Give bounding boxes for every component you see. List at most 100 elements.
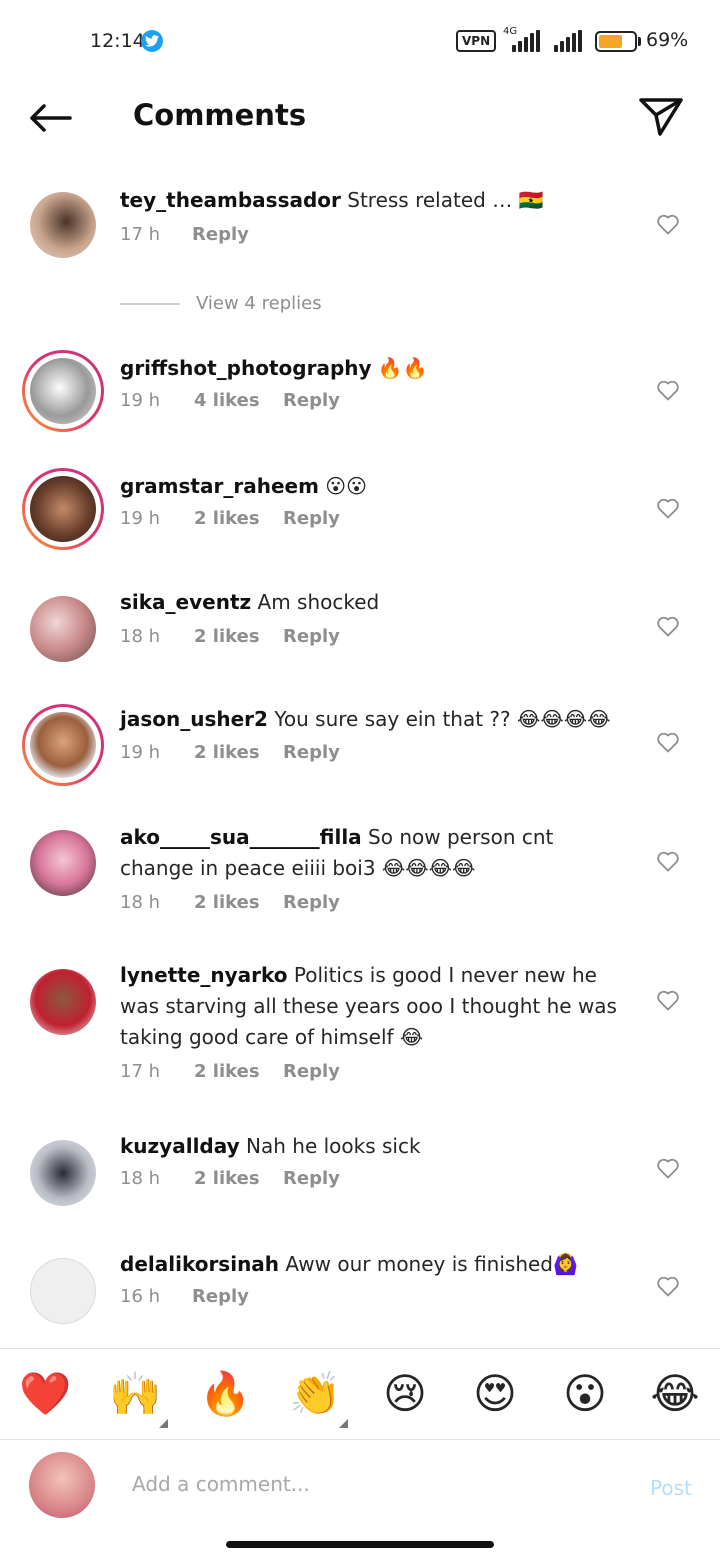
twitter-icon [141, 30, 163, 52]
signal-icon [554, 30, 582, 52]
avatar[interactable] [30, 1140, 96, 1206]
comment-text: lynette_nyarko Politics is good I never … [120, 960, 630, 1053]
reply-button[interactable]: Reply [283, 626, 340, 647]
comment-likes[interactable]: 2 likes [194, 892, 283, 913]
battery-icon [595, 31, 637, 52]
status-time: 12:14 [90, 30, 145, 52]
view-replies-button[interactable]: View 4 replies [120, 293, 322, 314]
comment-time: 19 h [120, 742, 161, 763]
comment-likes[interactable]: 2 likes [194, 742, 283, 763]
emoji-heart[interactable]: ❤️ [19, 1369, 71, 1419]
heart-icon[interactable] [656, 1157, 680, 1179]
status-bar: 12:14 VPN 4G 69% [0, 0, 720, 80]
heart-icon[interactable] [656, 379, 680, 401]
avatar[interactable] [30, 596, 96, 662]
comment-username[interactable]: ako_____sua_______filla [120, 825, 362, 849]
my-avatar [29, 1452, 95, 1518]
comment-likes[interactable]: 4 likes [194, 390, 283, 411]
comment-text: jason_usher2 You sure say ein that ?? 😂😂… [120, 704, 630, 735]
comment-username[interactable]: delalikorsinah [120, 1252, 279, 1276]
back-button[interactable] [28, 98, 76, 138]
battery-percent: 69% [646, 29, 689, 51]
heart-icon[interactable] [656, 731, 680, 753]
reply-button[interactable]: Reply [283, 1168, 340, 1189]
emoji-laughing[interactable]: 😂 [649, 1369, 701, 1419]
heart-icon[interactable] [656, 615, 680, 637]
comment-message: You sure say ein that ?? 😂😂😂😂 [274, 707, 611, 731]
skin-tone-indicator [339, 1419, 348, 1428]
emoji-fire[interactable]: 🔥 [199, 1369, 251, 1419]
home-indicator[interactable] [226, 1541, 494, 1548]
heart-icon[interactable] [656, 850, 680, 872]
comment-time: 18 h [120, 626, 161, 647]
emoji-surprised[interactable]: 😮 [559, 1369, 611, 1419]
emoji-bar: ❤️ 🙌 🔥 👏 😢 😍 😮 😂 [0, 1348, 720, 1440]
view-replies-label: View 4 replies [196, 293, 322, 314]
comment-likes[interactable]: 2 likes [194, 1061, 283, 1082]
avatar[interactable] [22, 704, 104, 786]
comment-likes[interactable]: 2 likes [194, 626, 283, 647]
reply-button[interactable]: Reply [283, 742, 340, 763]
reply-button[interactable]: Reply [283, 508, 340, 529]
arrow-left-icon [30, 104, 72, 132]
reply-button[interactable]: Reply [283, 892, 340, 913]
comment-time: 17 h [120, 224, 161, 245]
comment-message: Am shocked [257, 590, 380, 614]
comment-username[interactable]: jason_usher2 [120, 707, 268, 731]
comment-text: ako_____sua_______filla So now person cn… [120, 822, 630, 884]
emoji-crying[interactable]: 😢 [379, 1369, 431, 1419]
comment-time: 18 h [120, 892, 161, 913]
reply-button[interactable]: Reply [283, 390, 340, 411]
comment-username[interactable]: gramstar_raheem [120, 474, 319, 498]
emoji-heart-eyes[interactable]: 😍 [469, 1369, 521, 1419]
emoji-raised-hands[interactable]: 🙌 [109, 1369, 161, 1419]
comment-likes[interactable]: 2 likes [194, 1168, 283, 1189]
comment-message: 🔥🔥 [377, 356, 428, 380]
avatar[interactable] [30, 192, 96, 258]
header: Comments [0, 80, 720, 160]
comment-time: 17 h [120, 1061, 161, 1082]
comment-username[interactable]: sika_eventz [120, 590, 251, 614]
avatar[interactable] [30, 969, 96, 1035]
avatar[interactable] [30, 1258, 96, 1324]
comment-text: tey_theambassador Stress related … 🇬🇭 [120, 185, 630, 216]
comment-message: 😮😮 [325, 474, 367, 498]
comment-input[interactable] [132, 1466, 612, 1502]
heart-icon[interactable] [656, 989, 680, 1011]
comment-username[interactable]: kuzyallday [120, 1134, 240, 1158]
heart-icon[interactable] [656, 1275, 680, 1297]
comment-likes[interactable]: 2 likes [194, 508, 283, 529]
comment-text: kuzyallday Nah he looks sick [120, 1131, 630, 1162]
skin-tone-indicator [159, 1419, 168, 1428]
comment-text: griffshot_photography 🔥🔥 [120, 353, 630, 384]
battery-tip [638, 37, 641, 46]
comment-username[interactable]: tey_theambassador [120, 188, 341, 212]
comment-message: Nah he looks sick [246, 1134, 421, 1158]
comment-username[interactable]: lynette_nyarko [120, 963, 288, 987]
reply-button[interactable]: Reply [283, 1061, 340, 1082]
share-button[interactable] [638, 96, 684, 140]
avatar[interactable] [22, 350, 104, 432]
comment-username[interactable]: griffshot_photography [120, 356, 372, 380]
post-button[interactable]: Post [650, 1476, 692, 1500]
reply-button[interactable]: Reply [192, 1286, 249, 1307]
reply-button[interactable]: Reply [192, 224, 249, 245]
vpn-badge: VPN [456, 30, 497, 52]
comment-time: 18 h [120, 1168, 161, 1189]
avatar[interactable] [22, 468, 104, 550]
comment-time: 19 h [120, 390, 161, 411]
comment-time: 16 h [120, 1286, 161, 1307]
comment-text: sika_eventz Am shocked [120, 587, 630, 618]
page-title: Comments [133, 98, 307, 132]
heart-icon[interactable] [656, 213, 680, 235]
comment-text: gramstar_raheem 😮😮 [120, 471, 630, 502]
divider [120, 302, 180, 305]
emoji-clap[interactable]: 👏 [289, 1369, 341, 1419]
heart-icon[interactable] [656, 497, 680, 519]
paper-plane-icon [639, 98, 683, 136]
comment-time: 19 h [120, 508, 161, 529]
comment-message: Aww our money is finished🙆‍♀️ [285, 1252, 578, 1276]
avatar[interactable] [30, 830, 96, 896]
comment-text: delalikorsinah Aww our money is finished… [120, 1249, 630, 1280]
comment-composer: Post [0, 1440, 720, 1530]
